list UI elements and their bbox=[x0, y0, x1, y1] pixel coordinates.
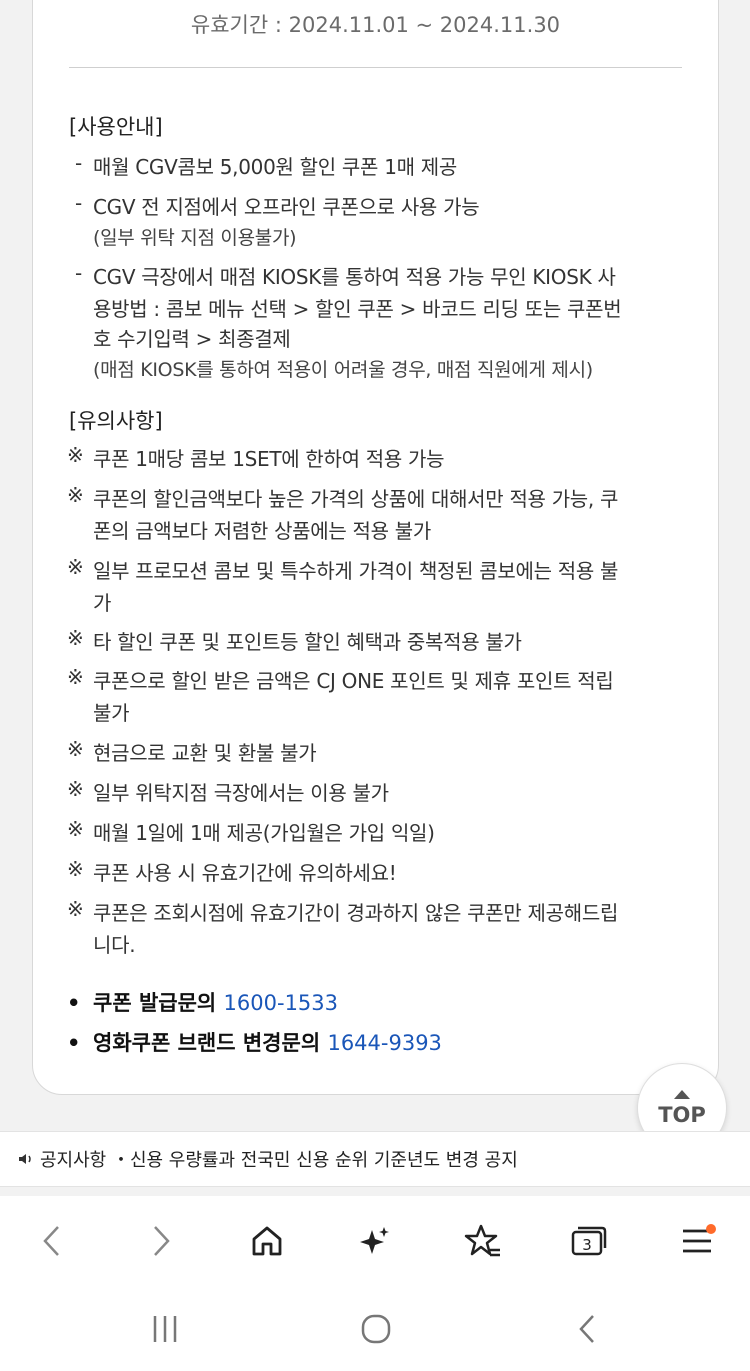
phone-link-issue[interactable]: 1600-1533 bbox=[224, 991, 338, 1015]
list-item-text: 일부 프로모션 콤보 및 특수하게 가격이 책정된 콤보에는 적용 불 bbox=[93, 559, 619, 583]
list-item-text: 매월 CGV콤보 5,000원 할인 쿠폰 1매 제공 bbox=[93, 155, 457, 179]
bullet: • bbox=[67, 1031, 81, 1055]
browser-toolbar: 3 bbox=[0, 1196, 750, 1286]
list-item-text: 호 수기입력 > 최종결제 bbox=[93, 327, 291, 351]
list-bullet: ※ bbox=[67, 483, 84, 507]
notice-text: 공지사항 ・신용 우량률과 전국민 신용 순위 기준년도 변경 공지 bbox=[40, 1150, 518, 1171]
speaker-icon bbox=[19, 1154, 31, 1164]
list-bullet: ※ bbox=[67, 555, 84, 579]
notice-bar[interactable]: 공지사항 ・신용 우량률과 전국민 신용 순위 기준년도 변경 공지 bbox=[0, 1131, 750, 1187]
contact-issue: • 쿠폰 발급문의 1600-1533 bbox=[67, 987, 338, 1017]
ai-sparkle-icon[interactable] bbox=[350, 1216, 400, 1266]
top-label: TOP bbox=[658, 1102, 706, 1127]
list-item-text: 현금으로 교환 및 환불 불가 bbox=[93, 741, 317, 765]
list-bullet: ※ bbox=[67, 817, 84, 841]
menu-icon[interactable] bbox=[672, 1216, 722, 1266]
caution-section-title: [유의사항] bbox=[69, 409, 163, 433]
list-bullet: ※ bbox=[67, 897, 84, 921]
list-item-text: CGV 극장에서 매점 KIOSK를 통하여 적용 가능 무인 KIOSK 사 bbox=[93, 265, 616, 289]
list-bullet: - bbox=[75, 261, 83, 285]
recent-apps-icon[interactable] bbox=[140, 1304, 190, 1354]
list-item-text: (매점 KIOSK를 통하여 적용이 어려울 경우, 매점 직원에게 제시) bbox=[93, 359, 593, 381]
list-bullet: - bbox=[75, 191, 83, 215]
home-circle-icon[interactable] bbox=[351, 1304, 401, 1354]
system-back-icon[interactable] bbox=[562, 1304, 612, 1354]
list-bullet: ※ bbox=[67, 443, 84, 467]
list-item-text: 매월 1일에 1매 제공(가입월은 가입 익일) bbox=[93, 821, 435, 845]
list-bullet: ※ bbox=[67, 737, 84, 761]
list-item-text: 쿠폰으로 할인 받은 금액은 CJ ONE 포인트 및 제휴 포인트 적립 bbox=[93, 669, 614, 693]
list-bullet: ※ bbox=[67, 777, 84, 801]
list-item-text: 쿠폰 1매당 콤보 1SET에 한하여 적용 가능 bbox=[93, 447, 445, 471]
bookmark-star-icon[interactable] bbox=[458, 1216, 508, 1266]
system-navigation-bar bbox=[0, 1286, 750, 1371]
list-item-text: 일부 위탁지점 극장에서는 이용 불가 bbox=[93, 781, 389, 805]
home-icon[interactable] bbox=[242, 1216, 292, 1266]
list-item-text: 쿠폰은 조회시점에 유효기간이 경과하지 않은 쿠폰만 제공해드립 bbox=[93, 901, 619, 925]
list-bullet: ※ bbox=[67, 665, 84, 689]
list-item-text: 용방법 : 콤보 메뉴 선택 > 할인 쿠폰 > 바코드 리딩 또는 쿠폰번 bbox=[93, 297, 622, 321]
usage-section-title: [사용안내] bbox=[69, 115, 163, 139]
list-bullet: - bbox=[75, 151, 83, 175]
notification-dot bbox=[706, 1224, 716, 1234]
list-item-text: 불가 bbox=[93, 701, 130, 725]
bullet: • bbox=[67, 991, 81, 1015]
list-item-text: 니다. bbox=[93, 933, 136, 957]
list-item-text: CGV 전 지점에서 오프라인 쿠폰으로 사용 가능 bbox=[93, 195, 480, 219]
contact-label: 쿠폰 발급문의 bbox=[93, 991, 224, 1015]
coupon-info-card: 유효기간 : 2024.11.01 ~ 2024.11.30 [사용안내] -매… bbox=[32, 0, 719, 1095]
forward-icon[interactable] bbox=[136, 1216, 186, 1266]
tab-count: 3 bbox=[582, 1236, 592, 1254]
list-item-text: 가 bbox=[93, 591, 112, 615]
divider bbox=[69, 67, 682, 68]
list-bullet: ※ bbox=[67, 857, 84, 881]
list-item-text: 폰의 금액보다 저렴한 상품에는 적용 불가 bbox=[93, 519, 431, 543]
list-item-text: 타 할인 쿠폰 및 포인트등 할인 혜택과 중복적용 불가 bbox=[93, 630, 522, 654]
up-arrow-icon bbox=[674, 1089, 690, 1099]
list-item-text: (일부 위탁 지점 이용불가) bbox=[93, 227, 297, 249]
validity-period: 유효기간 : 2024.11.01 ~ 2024.11.30 bbox=[190, 13, 561, 37]
list-item-text: 쿠폰 사용 시 유효기간에 유의하세요! bbox=[93, 861, 397, 885]
back-icon[interactable] bbox=[27, 1216, 77, 1266]
list-bullet: ※ bbox=[67, 626, 84, 650]
list-item-text: 쿠폰의 할인금액보다 높은 가격의 상품에 대해서만 적용 가능, 쿠 bbox=[93, 487, 619, 511]
phone-link-brand[interactable]: 1644-9393 bbox=[327, 1031, 441, 1055]
contact-label: 영화쿠폰 브랜드 변경문의 bbox=[93, 1031, 328, 1055]
contact-brand-change: • 영화쿠폰 브랜드 변경문의 1644-9393 bbox=[67, 1027, 442, 1057]
tabs-icon[interactable]: 3 bbox=[563, 1216, 613, 1266]
